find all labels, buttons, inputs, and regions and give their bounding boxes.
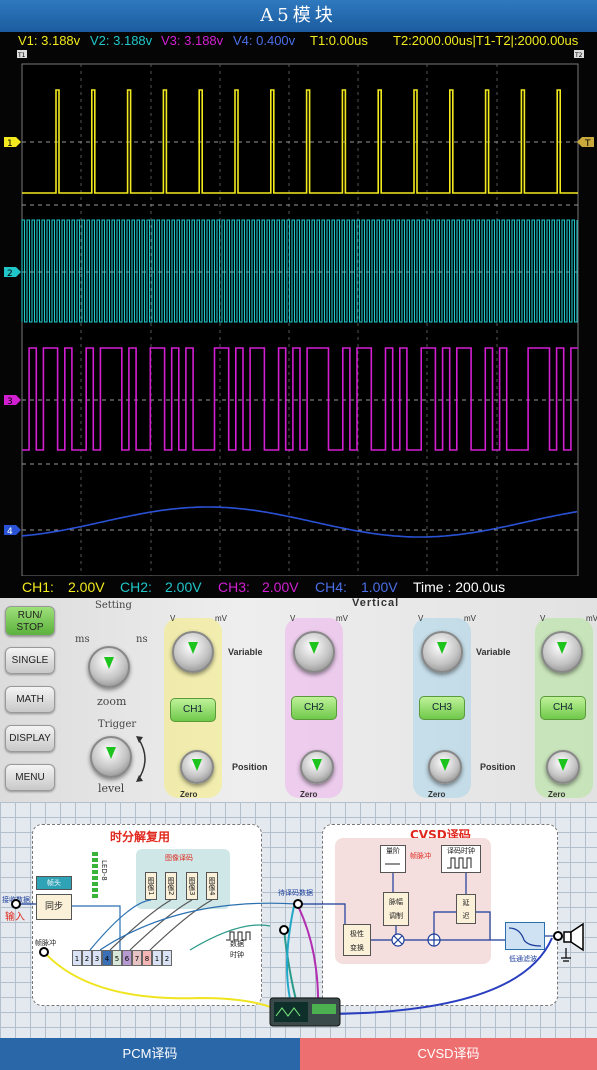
- run-stop-button[interactable]: RUN/ STOP: [5, 606, 55, 636]
- ch1-position-knob[interactable]: [180, 750, 214, 784]
- ch3-position-knob[interactable]: [428, 750, 462, 784]
- clock-wave-icon: [226, 931, 251, 941]
- ch1-scale-value: 2.00V: [68, 579, 105, 595]
- ch3-position-label: Position: [480, 762, 516, 772]
- ch2-mv-label: mV: [336, 614, 348, 623]
- svg-text:T: T: [584, 139, 591, 149]
- time-scale: Time : 200.0us: [413, 579, 506, 595]
- ch3-scale-label: CH3:: [218, 579, 250, 595]
- level-arc-icon: [136, 736, 146, 782]
- lowpass-curve-icon: [508, 927, 542, 947]
- ch4-zero-label: Zero: [548, 790, 566, 799]
- ch4-volts-knob[interactable]: [541, 631, 583, 673]
- trigger-level-knob[interactable]: [90, 736, 132, 778]
- ch4-position-knob[interactable]: [546, 750, 580, 784]
- zoom-label: zoom: [97, 695, 127, 708]
- ch1-variable-label: Variable: [228, 647, 263, 657]
- speaker-icon: [561, 922, 584, 962]
- ch2-scale-value: 2.00V: [165, 579, 202, 595]
- ch2-position-knob[interactable]: [300, 750, 334, 784]
- ch1-marker[interactable]: 1: [4, 137, 21, 149]
- svg-text:3: 3: [7, 397, 13, 407]
- input-terminal: [11, 899, 21, 909]
- ch1-zero-label: Zero: [180, 790, 198, 799]
- display-button[interactable]: DISPLAY: [5, 725, 55, 752]
- ch4-scale-label: CH4:: [315, 579, 347, 595]
- ch2-marker[interactable]: 2: [4, 267, 21, 279]
- control-panel: RUN/ STOP SINGLE MATH DISPLAY MENU Setti…: [0, 597, 597, 802]
- svg-text:T1: T1: [17, 52, 26, 59]
- menu-button[interactable]: MENU: [5, 764, 55, 791]
- pending-data-terminal: [293, 899, 303, 909]
- ch3-scale-value: 2.00V: [262, 579, 299, 595]
- ch2-scale-label: CH2:: [120, 579, 152, 595]
- v4-readout: V4: 0.400v: [233, 33, 296, 48]
- oscilloscope-screen: V1: 3.188v V2: 3.188v V3: 3.188v V4: 0.4…: [0, 32, 597, 598]
- ch1-position-label: Position: [232, 762, 268, 772]
- ch4-button[interactable]: CH4: [540, 696, 586, 720]
- app-root: A5模块 V1: 3.188v V2: 3.188v V3: 3.188v V4…: [0, 0, 597, 1070]
- t2-readout: T2:2000.00us|T1-T2|:2000.00us: [393, 33, 579, 48]
- waveform-canvas: T1 T2 1 T 2 3 4: [4, 50, 594, 576]
- svg-text:4: 4: [7, 527, 13, 537]
- trigger-label: Trigger: [98, 719, 137, 730]
- window-title: A5模块: [0, 0, 597, 32]
- ch4-mv-label: mV: [586, 614, 597, 623]
- ch4-marker[interactable]: 4: [4, 525, 21, 537]
- ns-label: ns: [136, 634, 148, 645]
- single-button[interactable]: SINGLE: [5, 647, 55, 674]
- tab-pcm-decode[interactable]: PCM译码: [0, 1038, 300, 1070]
- output-terminal: [553, 931, 563, 941]
- frame-pulse-terminal: [39, 947, 49, 957]
- v2-readout: V2: 3.188v: [90, 33, 153, 48]
- v3-readout: V3: 3.188v: [161, 33, 224, 48]
- ch3-variable-label: Variable: [476, 647, 511, 657]
- ch2-button[interactable]: CH2: [291, 696, 337, 720]
- mini-scope-icon: [269, 997, 341, 1027]
- svg-text:T2: T2: [574, 52, 583, 59]
- zoom-knob[interactable]: [88, 646, 130, 688]
- trigger-marker[interactable]: T: [577, 137, 594, 149]
- data-clock-terminal: [279, 925, 289, 935]
- diagram-wires: [11, 857, 584, 1027]
- v1-readout: V1: 3.188v: [18, 33, 81, 48]
- t2-cursor-tag[interactable]: T2: [574, 50, 584, 59]
- ch3-button[interactable]: CH3: [419, 696, 465, 720]
- ch4-v-label: V: [540, 614, 546, 623]
- math-button[interactable]: MATH: [5, 686, 55, 713]
- ch3-zero-label: Zero: [428, 790, 446, 799]
- svg-text:2: 2: [7, 269, 13, 279]
- ms-label: ms: [75, 634, 90, 645]
- ch2-zero-label: Zero: [300, 790, 318, 799]
- t1-cursor-tag[interactable]: T1: [17, 50, 27, 59]
- t1-readout: T1:0.00us: [310, 33, 368, 48]
- ch3-marker[interactable]: 3: [4, 395, 21, 407]
- ch2-v-label: V: [290, 614, 296, 623]
- ch2-volts-knob[interactable]: [293, 631, 335, 673]
- ch1-volts-knob[interactable]: [172, 631, 214, 673]
- svg-text:1: 1: [7, 139, 13, 149]
- ch4-scale-value: 1.00V: [361, 579, 398, 595]
- ch3-mv-label: mV: [464, 614, 476, 623]
- ch3-volts-knob[interactable]: [421, 631, 463, 673]
- ch1-scale-label: CH1:: [22, 579, 54, 595]
- circuit-diagram: 时分解复用 接收数据 输入 帧脉冲 帧头 同步 LED-8 图像译码 图像1 图…: [0, 802, 597, 1038]
- vertical-title: Vertical: [352, 597, 400, 609]
- tab-cvsd-decode[interactable]: CVSD译码: [300, 1038, 597, 1070]
- ch1-button[interactable]: CH1: [170, 698, 216, 722]
- run-stop-label: RUN/ STOP: [16, 610, 44, 633]
- ch1-v-label: V: [170, 614, 176, 623]
- ch1-mv-label: mV: [215, 614, 227, 623]
- level-label: level: [98, 782, 125, 795]
- ch3-v-label: V: [418, 614, 424, 623]
- setting-label: Setting: [95, 600, 132, 611]
